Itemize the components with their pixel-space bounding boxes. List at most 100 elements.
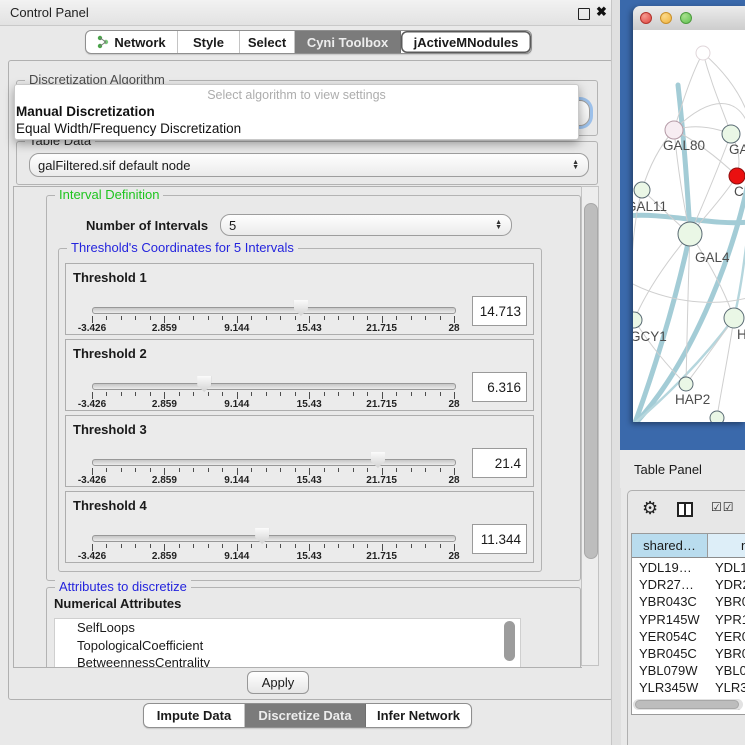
close-light[interactable] <box>640 12 652 24</box>
tab-label: Discretize Data <box>258 708 351 723</box>
threshold-3-box: Threshold 3 -3.4262.8599.14415.4321.7152… <box>65 415 534 487</box>
table-horizontal-scrollbar[interactable] <box>633 699 743 710</box>
table-row[interactable]: YER054CYER0 <box>632 628 745 645</box>
table-row[interactable]: YBR043CYBR0 <box>632 593 745 610</box>
threshold-2-box: Threshold 2 -3.4262.8599.14415.4321.7152… <box>65 339 534 411</box>
settings-scrollbar[interactable] <box>581 186 599 666</box>
attribute-list-item[interactable]: BetweennessCentrality <box>55 654 520 668</box>
slider-tick <box>92 468 93 475</box>
table-cell: YPR1 <box>708 612 745 627</box>
threshold-4-slider-track[interactable] <box>92 535 456 542</box>
slider-tick <box>222 544 223 548</box>
list-scrollbar-thumb[interactable] <box>504 621 515 661</box>
popup-item-manual-discretization[interactable]: Manual Discretization <box>16 104 577 121</box>
column-split-icon[interactable] <box>677 502 693 520</box>
tab-select[interactable]: Select <box>240 31 295 53</box>
slider-tick <box>106 468 107 472</box>
slider-tick <box>150 392 151 396</box>
combo-arrows-icon: ▲▼ <box>572 160 579 170</box>
network-icon <box>97 35 109 49</box>
network-canvas[interactable]: GAL80GACGAL11GAL4GCY1HHAP2 <box>633 30 745 422</box>
slider-tick <box>222 468 223 472</box>
tab-infer-network[interactable]: Infer Network <box>366 704 471 727</box>
network-node[interactable] <box>634 182 650 198</box>
threshold-4-box: Threshold 4 -3.4262.8599.14415.4321.7152… <box>65 491 534 563</box>
apply-button[interactable]: Apply <box>247 671 309 694</box>
tab-discretize-data[interactable]: Discretize Data <box>245 704 366 727</box>
numerical-attributes-label: Numerical Attributes <box>54 596 181 611</box>
threshold-1-slider-track[interactable] <box>92 307 456 314</box>
network-node[interactable] <box>729 168 745 184</box>
slider-tick <box>280 392 281 396</box>
tab-network[interactable]: Network <box>86 31 178 53</box>
network-node[interactable] <box>678 222 702 246</box>
network-node[interactable] <box>696 46 710 60</box>
column-header-shared[interactable]: shared… <box>632 534 708 557</box>
table-row[interactable]: YPR145WYPR1 <box>632 611 745 628</box>
slider-tick-label: 2.859 <box>152 551 177 562</box>
table-row[interactable]: YBR045CYBR0 <box>632 645 745 662</box>
attribute-list-item[interactable]: TopologicalCoefficient <box>55 637 520 655</box>
network-window-titlebar[interactable] <box>633 6 745 31</box>
network-node[interactable] <box>633 312 642 328</box>
slider-tick-label: 9.144 <box>224 551 249 562</box>
num-intervals-combobox[interactable]: 5 ▲▼ <box>220 214 512 236</box>
threshold-4-value-field[interactable]: 11.344 <box>472 524 527 554</box>
table-row[interactable]: YBL079WYBL0 <box>632 662 745 679</box>
network-node[interactable] <box>679 377 693 391</box>
scrollbar-thumb[interactable] <box>584 203 598 559</box>
network-node[interactable] <box>724 308 744 328</box>
popup-item-equal-width-frequency[interactable]: Equal Width/Frequency Discretization <box>16 121 577 138</box>
zoom-light[interactable] <box>680 12 692 24</box>
network-edge[interactable] <box>678 85 690 234</box>
threshold-1-box: Threshold 1 -3.4262.8599.14415.4321.7152… <box>65 263 534 335</box>
scrollbar-thumb[interactable] <box>635 700 739 709</box>
slider-tick <box>440 544 441 548</box>
numerical-attributes-list[interactable]: SelfLoopsTopologicalCoefficientBetweenne… <box>54 618 521 668</box>
network-edge[interactable] <box>690 234 734 318</box>
column-header-name[interactable]: n <box>708 534 745 557</box>
network-edge[interactable] <box>717 318 734 417</box>
threshold-2-value-field[interactable]: 6.316 <box>472 372 527 402</box>
table-cell: YER054C <box>632 629 708 644</box>
slider-tick <box>324 392 325 396</box>
threshold-1-value-field[interactable]: 14.713 <box>472 296 527 326</box>
threshold-3-value-field[interactable]: 21.4 <box>472 448 527 478</box>
minimize-light[interactable] <box>660 12 672 24</box>
table-row[interactable]: YDL19…YDL1 <box>632 559 745 576</box>
network-edge[interactable] <box>633 282 745 302</box>
slider-tick <box>338 392 339 396</box>
network-edge[interactable] <box>703 53 731 134</box>
network-view-window[interactable]: GAL80GACGAL11GAL4GCY1HHAP2 <box>633 6 745 422</box>
network-node[interactable] <box>722 125 740 143</box>
network-node[interactable] <box>710 411 724 422</box>
checkbox-pair-icon[interactable]: ☑☑ <box>711 500 735 514</box>
tab-cyni-toolbox[interactable]: Cyni Toolbox <box>295 31 401 53</box>
threshold-2-slider-track[interactable] <box>92 383 456 390</box>
close-icon[interactable]: ✖ <box>596 4 607 20</box>
tab-style[interactable]: Style <box>178 31 240 53</box>
slider-tick <box>222 316 223 320</box>
tab-impute-data[interactable]: Impute Data <box>144 704 245 727</box>
table-cell: YBR045C <box>632 646 708 661</box>
slider-tick-label: 2.859 <box>152 399 177 410</box>
network-node[interactable] <box>665 121 683 139</box>
gear-icon[interactable]: ⚙ <box>642 498 658 519</box>
tab-label: Infer Network <box>377 708 460 723</box>
table-cell: YLR3 <box>708 680 745 695</box>
threshold-3-slider-track[interactable] <box>92 459 456 466</box>
slider-tick-label: 15.43 <box>297 399 322 410</box>
table-row[interactable]: YLR345WYLR3 <box>632 679 745 696</box>
slider-tick <box>382 392 383 399</box>
slider-tick <box>295 316 296 320</box>
float-window-icon[interactable] <box>578 8 590 20</box>
table-data-combobox[interactable]: galFiltered.sif default node ▲▼ <box>29 153 589 177</box>
table-row[interactable]: YDR27…YDR2 <box>632 576 745 593</box>
slider-tick <box>454 316 455 323</box>
tab-jactivemnodules[interactable]: jActiveMNodules <box>401 31 531 53</box>
slider-tick-label: 21.715 <box>366 399 397 410</box>
slider-tick <box>425 392 426 396</box>
algorithm-popup: Select algorithm to view settings Manual… <box>14 84 579 140</box>
attribute-list-item[interactable]: SelfLoops <box>55 619 520 637</box>
network-edge[interactable] <box>686 318 734 384</box>
